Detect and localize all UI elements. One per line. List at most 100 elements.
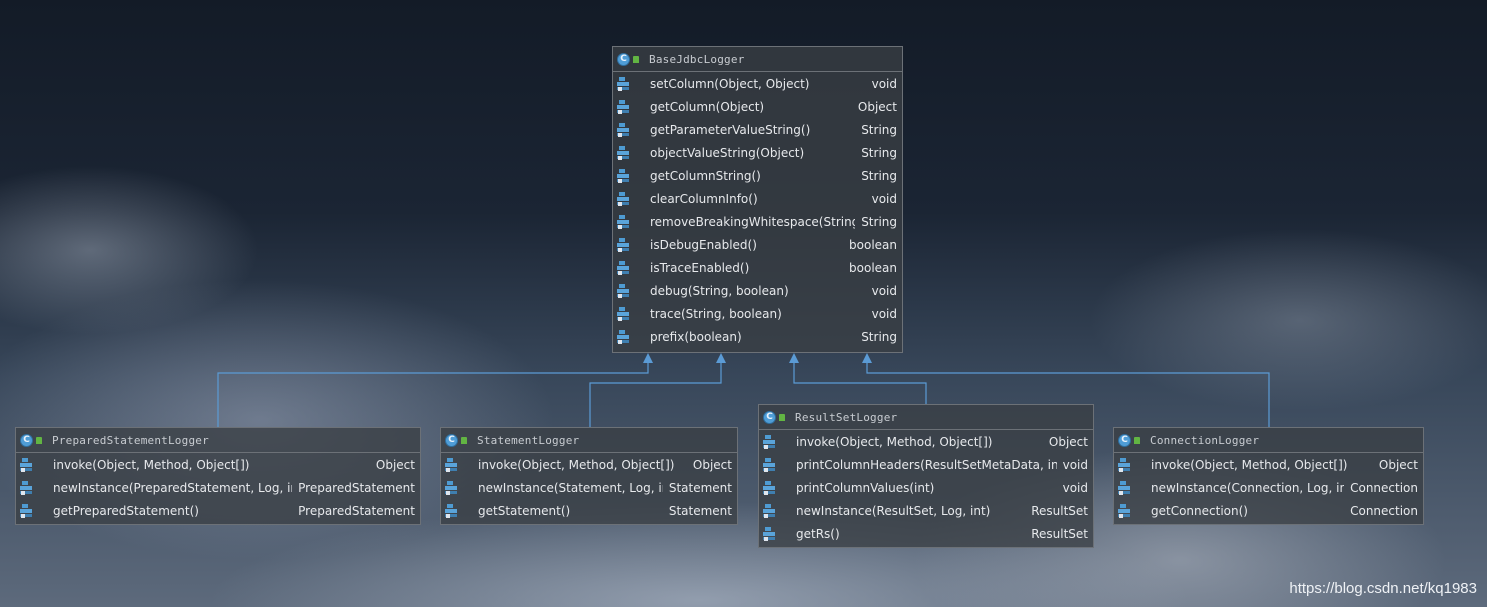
method-row[interactable]: prefix(boolean) String xyxy=(613,325,902,348)
method-return-type: void xyxy=(871,76,897,91)
class-icon: C xyxy=(763,410,776,424)
class-box-statementlogger[interactable]: C StatementLogger invoke(Object, Method, O… xyxy=(440,427,738,525)
class-box-resultsetlogger[interactable]: C ResultSetLogger invoke(Object, Method, O… xyxy=(758,404,1094,548)
method-icon xyxy=(445,480,459,495)
method-signature: clearColumnInfo() xyxy=(650,191,758,206)
method-row[interactable]: removeBreakingWhitespace(String) String xyxy=(613,210,902,233)
watermark-url: https://blog.csdn.net/kq1983 xyxy=(1289,580,1477,597)
method-signature: removeBreakingWhitespace(String) xyxy=(650,214,856,229)
method-return-type: Statement xyxy=(668,480,732,495)
statement-to-base-connector xyxy=(589,362,722,427)
method-icon xyxy=(1118,480,1132,495)
method-row[interactable]: newInstance(Statement, Log, int) Statemen… xyxy=(441,476,737,499)
class-header: C ResultSetLogger xyxy=(759,405,1093,430)
method-signature: getColumn(Object) xyxy=(650,99,765,114)
method-signature: invoke(Object, Method, Object[]) xyxy=(796,434,993,449)
method-signature: trace(String, boolean) xyxy=(650,306,782,321)
method-icon xyxy=(1118,503,1132,518)
method-row[interactable]: getPreparedStatement() PreparedStatement xyxy=(16,499,420,522)
method-return-type: String xyxy=(861,145,897,160)
resultset-to-base-connector xyxy=(793,362,927,404)
method-icon xyxy=(617,306,631,321)
method-row[interactable]: getParameterValueString() String xyxy=(613,118,902,141)
method-icon xyxy=(617,260,631,275)
method-return-type: String xyxy=(861,122,897,137)
method-return-type: String xyxy=(861,329,897,344)
method-icon xyxy=(617,168,631,183)
method-icon xyxy=(763,457,777,472)
method-signature: debug(String, boolean) xyxy=(650,283,789,298)
public-visibility-icon xyxy=(1134,436,1140,444)
method-signature: newInstance(PreparedStatement, Log, int) xyxy=(53,480,293,495)
method-row[interactable]: printColumnHeaders(ResultSetMetaData, in… xyxy=(759,453,1093,476)
public-visibility-icon xyxy=(633,55,639,63)
method-signature: getRs() xyxy=(796,526,840,541)
uml-diagram-canvas: C BaseJdbcLogger setColumn(Object, Object)… xyxy=(0,0,1487,607)
method-row[interactable]: trace(String, boolean) void xyxy=(613,302,902,325)
class-header: C ConnectionLogger xyxy=(1114,428,1423,453)
method-icon xyxy=(617,145,631,160)
class-icon: C xyxy=(20,433,33,447)
method-signature: isTraceEnabled() xyxy=(650,260,750,275)
method-signature: invoke(Object, Method, Object[]) xyxy=(1151,457,1348,472)
method-row[interactable]: clearColumnInfo() void xyxy=(613,187,902,210)
method-row[interactable]: isTraceEnabled() boolean xyxy=(613,256,902,279)
class-name: ConnectionLogger xyxy=(1150,433,1260,447)
method-return-type: String xyxy=(861,168,897,183)
method-row[interactable]: printColumnValues(int) void xyxy=(759,476,1093,499)
method-row[interactable]: newInstance(PreparedStatement, Log, int)… xyxy=(16,476,420,499)
method-icon xyxy=(20,457,34,472)
method-row[interactable]: setColumn(Object, Object) void xyxy=(613,72,902,95)
method-row[interactable]: invoke(Object, Method, Object[]) Object xyxy=(16,453,420,476)
method-signature: getParameterValueString() xyxy=(650,122,811,137)
class-header: C PreparedStatementLogger xyxy=(16,428,420,453)
method-signature: objectValueString(Object) xyxy=(650,145,805,160)
method-row[interactable]: getColumnString() String xyxy=(613,164,902,187)
method-signature: getPreparedStatement() xyxy=(53,503,199,518)
class-box-connectionlogger[interactable]: C ConnectionLogger invoke(Object, Method, … xyxy=(1113,427,1424,525)
method-row[interactable]: objectValueString(Object) String xyxy=(613,141,902,164)
class-name: BaseJdbcLogger xyxy=(649,52,745,66)
method-row[interactable]: getColumn(Object) Object xyxy=(613,95,902,118)
method-signature: newInstance(Connection, Log, int) xyxy=(1151,480,1345,495)
class-icon: C xyxy=(445,433,458,447)
method-row[interactable]: invoke(Object, Method, Object[]) Object xyxy=(759,430,1093,453)
method-return-type: void xyxy=(871,283,897,298)
method-icon xyxy=(617,99,631,114)
method-return-type: boolean xyxy=(849,260,897,275)
method-signature: invoke(Object, Method, Object[]) xyxy=(53,457,250,472)
class-box-basejdbclogger[interactable]: C BaseJdbcLogger setColumn(Object, Object)… xyxy=(612,46,903,353)
method-return-type: Statement xyxy=(668,503,732,518)
method-icon xyxy=(763,503,777,518)
public-visibility-icon xyxy=(779,413,785,421)
method-signature: printColumnValues(int) xyxy=(796,480,935,495)
method-icon xyxy=(445,457,459,472)
inheritance-arrowhead xyxy=(789,353,799,363)
method-return-type: Connection xyxy=(1350,480,1418,495)
method-row[interactable]: invoke(Object, Method, Object[]) Object xyxy=(441,453,737,476)
method-return-type: Object xyxy=(1378,457,1418,472)
method-return-type: Object xyxy=(375,457,415,472)
method-icon xyxy=(20,480,34,495)
method-icon xyxy=(445,503,459,518)
method-row[interactable]: newInstance(ResultSet, Log, int) ResultSe… xyxy=(759,499,1093,522)
method-return-type: PreparedStatement xyxy=(298,503,415,518)
method-row[interactable]: debug(String, boolean) void xyxy=(613,279,902,302)
method-icon xyxy=(1118,457,1132,472)
method-row[interactable]: invoke(Object, Method, Object[]) Object xyxy=(1114,453,1423,476)
method-signature: newInstance(ResultSet, Log, int) xyxy=(796,503,991,518)
method-signature: getConnection() xyxy=(1151,503,1248,518)
method-row[interactable]: newInstance(Connection, Log, int) Connect… xyxy=(1114,476,1423,499)
class-box-preparedstatementlogger[interactable]: C PreparedStatementLogger invoke(Object, M… xyxy=(15,427,421,525)
prepared-to-base-connector xyxy=(217,362,649,427)
method-icon xyxy=(617,283,631,298)
method-row[interactable]: getRs() ResultSet xyxy=(759,522,1093,545)
method-icon xyxy=(20,503,34,518)
method-signature: newInstance(Statement, Log, int) xyxy=(478,480,663,495)
public-visibility-icon xyxy=(461,436,467,444)
method-row[interactable]: getConnection() Connection xyxy=(1114,499,1423,522)
method-row[interactable]: isDebugEnabled() boolean xyxy=(613,233,902,256)
method-row[interactable]: getStatement() Statement xyxy=(441,499,737,522)
method-icon xyxy=(617,76,631,91)
method-return-type: boolean xyxy=(849,237,897,252)
